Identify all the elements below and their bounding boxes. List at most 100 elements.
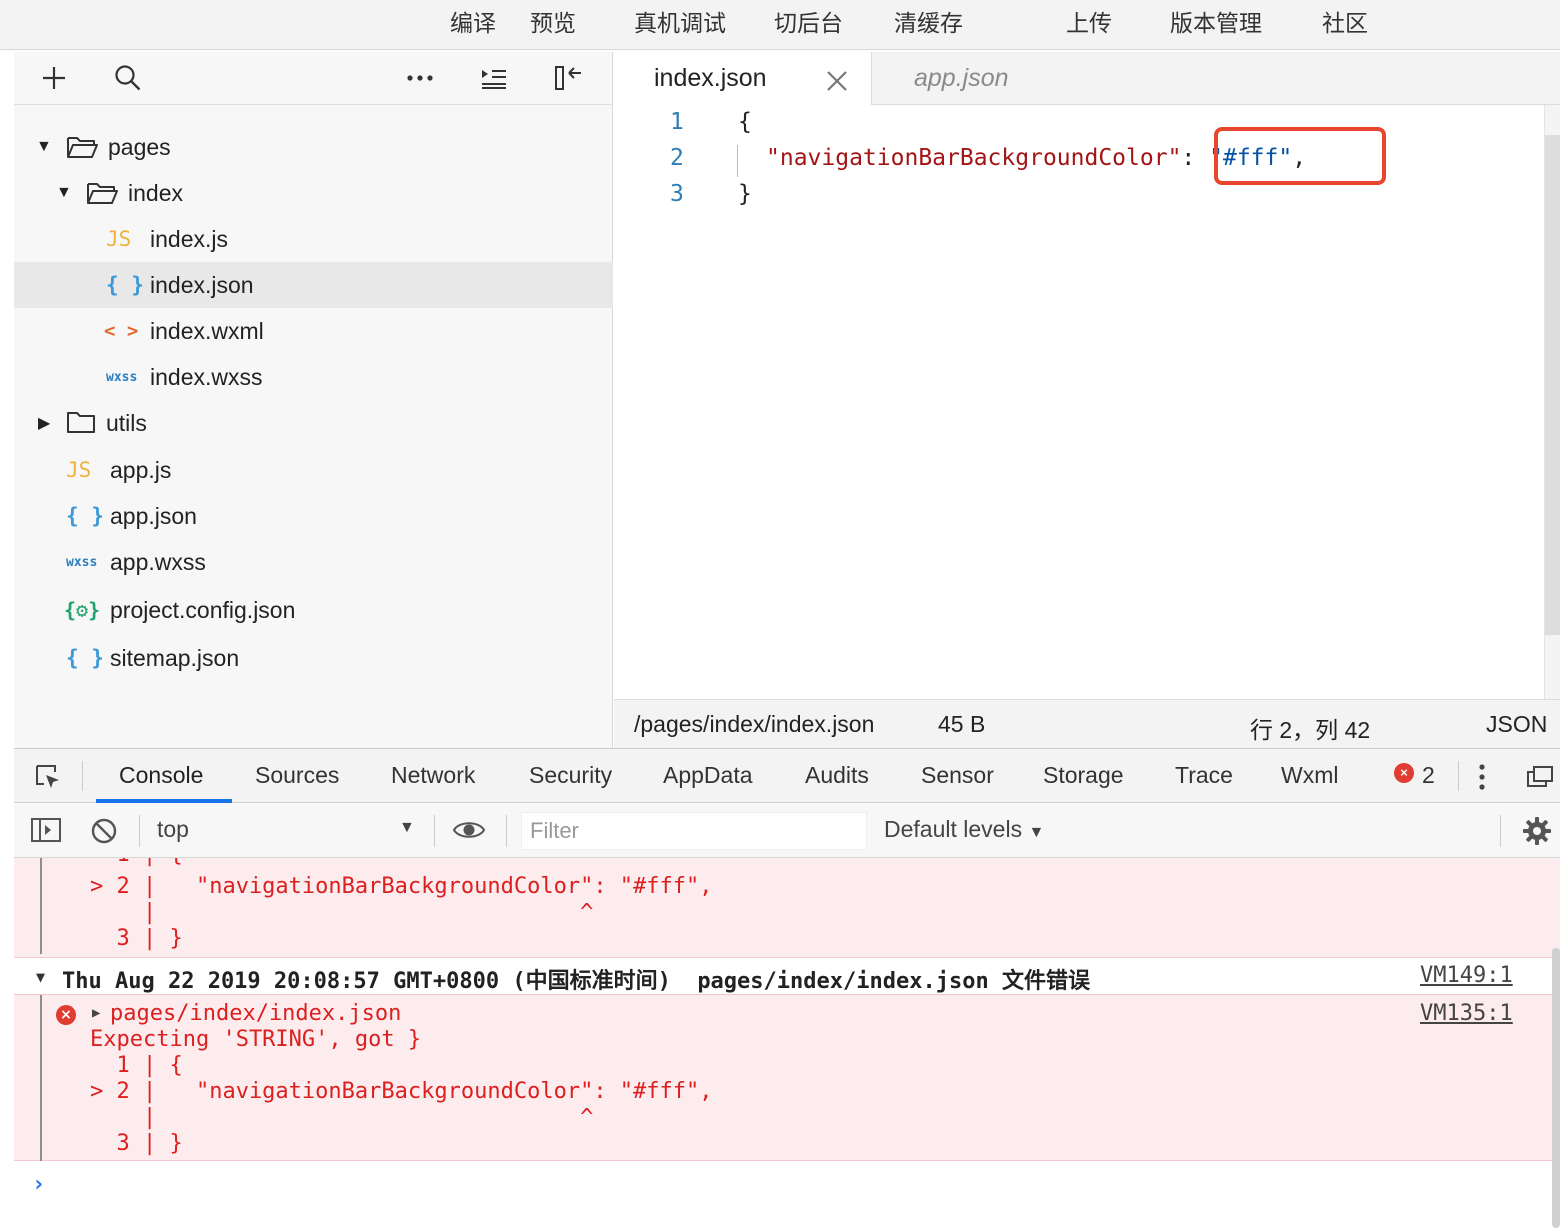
tab-app-json[interactable]: app.json [914, 64, 1009, 93]
wxss-file-icon: wxss [106, 369, 138, 385]
caret-down-icon[interactable]: ▼ [36, 968, 45, 986]
tree-file-index-js[interactable]: JS index.js [14, 216, 613, 262]
chevron-down-icon[interactable]: ▼ [399, 819, 415, 837]
console-error-message: 1 | { > 2 | "navigationBarBackgroundColo… [14, 858, 1560, 958]
outdent-icon[interactable] [474, 62, 514, 94]
console-output[interactable]: 1 | { > 2 | "navigationBarBackgroundColo… [14, 858, 1560, 1228]
code-frame-caret: | ^ [90, 1105, 594, 1130]
divider [139, 815, 140, 847]
tree-file-app-json[interactable]: { } app.json [14, 493, 613, 539]
search-icon[interactable] [108, 62, 148, 94]
file-size: 45 B [938, 711, 986, 737]
tree-folder-index[interactable]: ▼ index [14, 170, 613, 216]
group-title: Thu Aug 22 2019 20:08:57 GMT+0800 (中国标准时… [62, 969, 1090, 994]
tree-label: utils [106, 409, 147, 436]
divider [82, 761, 83, 791]
console-scrollbar[interactable] [1552, 948, 1560, 1228]
tree-file-index-wxml[interactable]: < > index.wxml [14, 308, 613, 354]
group-indent-bar [40, 995, 42, 1161]
console-group-header[interactable]: ▼ Thu Aug 22 2019 20:08:57 GMT+0800 (中国标… [14, 958, 1560, 995]
divider [506, 815, 507, 847]
language-mode[interactable]: JSON [1486, 711, 1547, 738]
filter-input[interactable]: Filter [521, 812, 867, 850]
more-icon[interactable] [400, 62, 440, 94]
tab-storage[interactable]: Storage [1043, 762, 1124, 789]
caret-down-icon[interactable]: ▼ [56, 184, 72, 202]
kebab-menu-icon[interactable] [1478, 763, 1486, 796]
tab-sources[interactable]: Sources [255, 762, 339, 789]
tree-label: index [128, 179, 183, 206]
console-prompt-icon[interactable]: › [32, 1172, 45, 1197]
add-icon[interactable] [34, 62, 74, 94]
tab-audits[interactable]: Audits [805, 762, 869, 789]
tree-file-app-js[interactable]: JS app.js [14, 447, 613, 493]
caret-right-icon[interactable]: ▶ [92, 1005, 100, 1021]
tree-folder-utils[interactable]: ▶ utils [14, 400, 613, 446]
code-frame-line: 3 | } [90, 1131, 183, 1156]
tab-trace[interactable]: Trace [1175, 762, 1233, 789]
undock-icon[interactable] [1526, 765, 1554, 794]
error-message: Expecting 'STRING', got } [90, 1027, 422, 1052]
switch-background-button[interactable]: 切后台 [774, 4, 843, 38]
tree-label: app.json [110, 502, 197, 529]
caret-right-icon[interactable]: ▶ [38, 413, 50, 433]
devtools-tab-bar: Console Sources Network Security AppData… [14, 748, 1560, 803]
scrollbar-thumb[interactable] [1545, 135, 1560, 635]
version-management-button[interactable]: 版本管理 [1170, 4, 1262, 38]
tab-sensor[interactable]: Sensor [921, 762, 994, 789]
community-button[interactable]: 社区 [1322, 4, 1368, 38]
tree-file-index-json[interactable]: { } index.json [14, 262, 613, 308]
close-icon[interactable] [826, 62, 848, 100]
source-link[interactable]: VM149:1 [1420, 963, 1513, 988]
tab-console[interactable]: Console [119, 762, 203, 789]
compile-button[interactable]: 编译 [450, 4, 496, 38]
tree-file-project-config[interactable]: {⚙} project.config.json [14, 587, 613, 633]
log-levels-dropdown[interactable]: Default levels ▼ [884, 816, 1044, 843]
code-editor[interactable]: 1 { 2 "navigationBarBackgroundColor": "#… [614, 105, 1544, 699]
error-count[interactable]: 2 [1422, 762, 1435, 789]
error-file[interactable]: pages/index/index.json [110, 1001, 401, 1026]
js-file-icon: JS [106, 227, 132, 251]
indent-guide [737, 145, 738, 177]
clear-cache-button[interactable]: 清缓存 [894, 4, 963, 38]
tab-index-json[interactable]: index.json [614, 52, 872, 106]
caret-down-icon[interactable]: ▼ [36, 138, 52, 156]
tree-file-sitemap-json[interactable]: { } sitemap.json [14, 635, 613, 681]
json-file-icon: { } [66, 504, 104, 528]
code-frame-line: > 2 | "navigationBarBackgroundColor": "#… [90, 874, 713, 899]
collapse-panel-icon[interactable] [548, 62, 588, 94]
line-number: 1 [670, 109, 684, 135]
file-path: /pages/index/index.json [634, 711, 875, 737]
wxml-file-icon: < > [104, 320, 139, 342]
remote-debug-button[interactable]: 真机调试 [634, 4, 726, 38]
context-selector[interactable]: top [157, 816, 189, 843]
top-toolbar: 编译 预览 真机调试 切后台 清缓存 上传 版本管理 社区 [0, 0, 1560, 50]
code-line: } [738, 181, 752, 207]
eye-icon[interactable] [452, 817, 486, 848]
tree-label: index.wxml [150, 317, 264, 344]
upload-button[interactable]: 上传 [1066, 4, 1112, 38]
json-colon: : [1181, 145, 1210, 171]
js-file-icon: JS [66, 458, 92, 482]
cursor-position[interactable]: 行 2，列 42 [1250, 711, 1370, 745]
tree-folder-pages[interactable]: ▼ pages [14, 124, 613, 170]
tab-wxml[interactable]: Wxml [1281, 762, 1338, 789]
wxss-file-icon: wxss [66, 554, 98, 570]
tree-label: sitemap.json [110, 644, 240, 671]
clear-console-icon[interactable] [90, 817, 118, 850]
sidebar-toggle-icon[interactable] [30, 817, 62, 848]
editor-scrollbar[interactable] [1544, 105, 1560, 699]
tree-file-app-wxss[interactable]: wxss app.wxss [14, 539, 613, 585]
tree-label: index.wxss [150, 363, 263, 390]
tab-network[interactable]: Network [391, 762, 475, 789]
folder-open-icon [86, 180, 118, 212]
tab-security[interactable]: Security [529, 762, 612, 789]
gear-icon[interactable] [1522, 816, 1552, 851]
inspect-element-icon[interactable] [34, 763, 62, 796]
divider [1500, 815, 1501, 847]
error-icon[interactable]: × [1394, 763, 1414, 783]
tab-appdata[interactable]: AppData [663, 762, 753, 789]
source-link[interactable]: VM135:1 [1420, 1001, 1513, 1026]
tree-file-index-wxss[interactable]: wxss index.wxss [14, 354, 613, 400]
preview-button[interactable]: 预览 [530, 4, 576, 38]
